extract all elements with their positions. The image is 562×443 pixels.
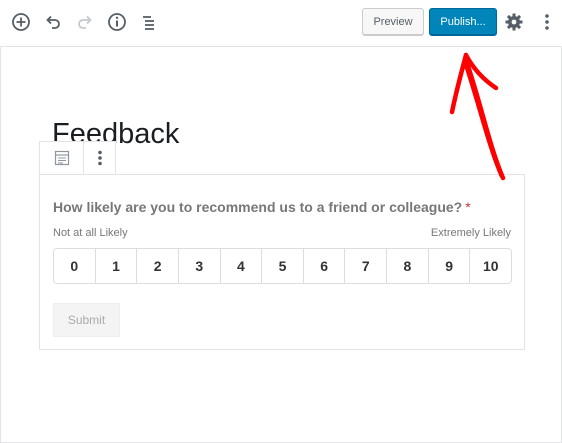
editor-top-toolbar: Preview Publish... (0, 0, 562, 47)
scale-low-label: Not at all Likely (53, 227, 128, 239)
rating-option-3[interactable]: 3 (179, 249, 221, 283)
vertical-ellipsis-icon[interactable] (535, 10, 559, 34)
info-icon[interactable] (105, 10, 129, 34)
required-marker: * (465, 199, 471, 215)
rating-option-7[interactable]: 7 (345, 249, 388, 283)
rating-option-10[interactable]: 10 (470, 249, 511, 283)
undo-icon[interactable] (41, 10, 65, 34)
preview-button[interactable]: Preview (362, 8, 424, 36)
survey-form-block[interactable]: How likely are you to recommend us to a … (39, 174, 525, 350)
rating-option-5[interactable]: 5 (262, 249, 304, 283)
rating-option-0[interactable]: 0 (54, 249, 96, 283)
rating-option-9[interactable]: 9 (429, 249, 471, 283)
redo-icon[interactable] (73, 10, 97, 34)
form-block-icon[interactable] (40, 142, 85, 174)
plus-circle-icon[interactable] (9, 10, 33, 34)
publish-button[interactable]: Publish... (429, 8, 497, 36)
list-outline-icon[interactable] (137, 10, 161, 34)
submit-button[interactable]: Submit (53, 303, 120, 337)
question-text: How likely are you to recommend us to a … (53, 199, 463, 215)
scale-high-label: Extremely Likely (430, 227, 511, 239)
gear-icon[interactable] (502, 10, 526, 34)
rating-option-6[interactable]: 6 (304, 249, 346, 283)
rating-option-2[interactable]: 2 (137, 249, 179, 283)
rating-option-8[interactable]: 8 (387, 249, 429, 283)
block-toolbar (39, 141, 116, 175)
rating-option-1[interactable]: 1 (96, 249, 138, 283)
rating-option-4[interactable]: 4 (221, 249, 263, 283)
vertical-ellipsis-icon[interactable] (84, 142, 115, 174)
question-label: How likely are you to recommend us to a … (53, 199, 471, 215)
rating-scale: 0 1 2 3 4 5 6 7 8 9 10 (53, 248, 512, 284)
